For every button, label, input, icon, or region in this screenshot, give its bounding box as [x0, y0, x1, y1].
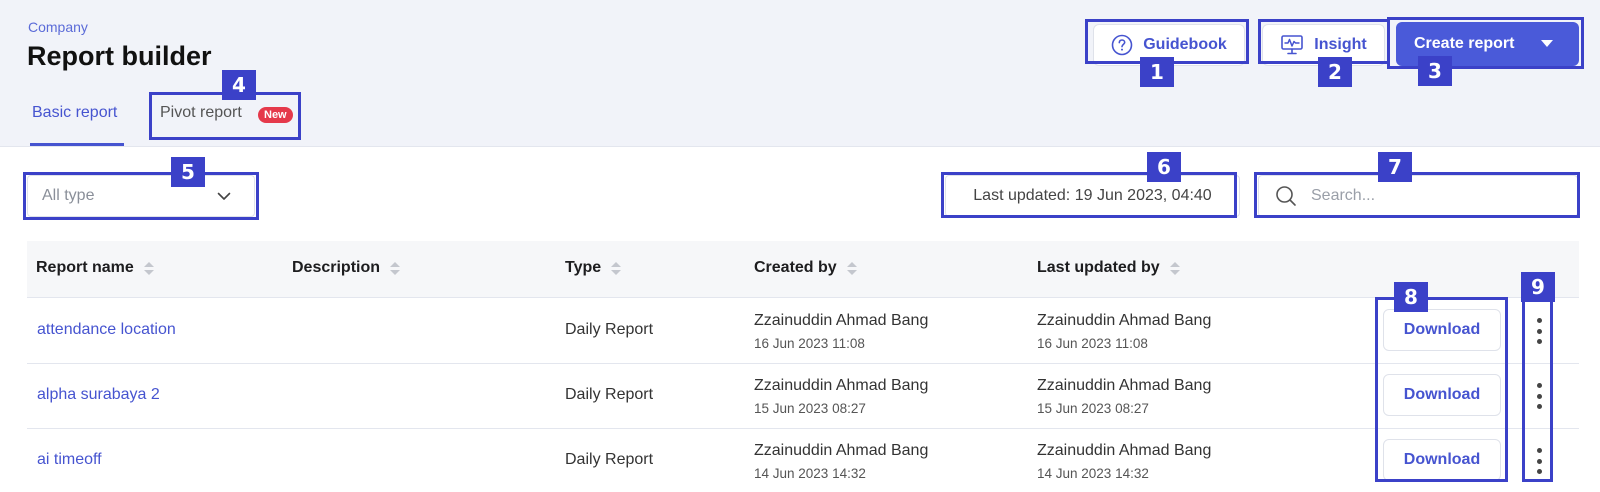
- last-updated-by: Zzainuddin Ahmad Bang 16 Jun 2023 11:08: [1037, 312, 1212, 351]
- table-row: ai timeoff Daily Report Zzainuddin Ahmad…: [27, 429, 1579, 492]
- created-by: Zzainuddin Ahmad Bang 16 Jun 2023 11:08: [754, 312, 929, 351]
- annotation-box-7: [1254, 172, 1580, 218]
- annotation-label-8: 8: [1394, 282, 1428, 312]
- updated-at: 16 Jun 2023 11:08: [1037, 336, 1148, 351]
- created-at: 15 Jun 2023 08:27: [754, 401, 866, 416]
- annotation-box-5: [23, 172, 259, 220]
- annotation-label-5: 5: [171, 157, 205, 187]
- sort-icon[interactable]: [846, 261, 857, 275]
- annotation-label-2: 2: [1318, 57, 1352, 87]
- annotation-box-6: [941, 172, 1237, 218]
- column-description[interactable]: Description: [292, 259, 401, 277]
- column-report-name[interactable]: Report name: [36, 259, 154, 277]
- created-at: 16 Jun 2023 11:08: [754, 336, 865, 351]
- annotation-label-4: 4: [222, 70, 256, 100]
- report-type: Daily Report: [565, 386, 654, 403]
- table-row: attendance location Daily Report Zzainud…: [27, 299, 1579, 364]
- sort-icon[interactable]: [1169, 261, 1180, 275]
- breadcrumb[interactable]: Company: [28, 19, 88, 35]
- column-created-by[interactable]: Created by: [754, 259, 857, 277]
- report-type: Daily Report: [565, 451, 654, 468]
- annotation-box-8: [1375, 297, 1508, 482]
- report-name-link[interactable]: attendance location: [37, 321, 176, 339]
- annotation-label-1: 1: [1140, 57, 1174, 87]
- last-updated-by: Zzainuddin Ahmad Bang 14 Jun 2023 14:32: [1037, 442, 1212, 481]
- created-by: Zzainuddin Ahmad Bang 15 Jun 2023 08:27: [754, 377, 929, 416]
- updated-at: 14 Jun 2023 14:32: [1037, 466, 1149, 481]
- sort-icon[interactable]: [611, 261, 622, 275]
- last-updated-by: Zzainuddin Ahmad Bang 15 Jun 2023 08:27: [1037, 377, 1212, 416]
- table-header: Report name Description Type Created by …: [27, 241, 1579, 298]
- tab-basic-report[interactable]: Basic report: [32, 104, 117, 122]
- created-by: Zzainuddin Ahmad Bang 14 Jun 2023 14:32: [754, 442, 929, 481]
- active-tab-indicator: [30, 143, 124, 146]
- report-type: Daily Report: [565, 321, 654, 338]
- page-title: Report builder: [27, 41, 212, 71]
- annotation-label-3: 3: [1418, 56, 1452, 86]
- report-name-link[interactable]: ai timeoff: [37, 451, 102, 469]
- updated-at: 15 Jun 2023 08:27: [1037, 401, 1149, 416]
- sort-icon[interactable]: [143, 261, 154, 275]
- annotation-label-7: 7: [1378, 152, 1412, 182]
- column-type[interactable]: Type: [565, 259, 622, 277]
- report-name-link[interactable]: alpha surabaya 2: [37, 386, 160, 404]
- annotation-label-6: 6: [1147, 152, 1181, 182]
- created-at: 14 Jun 2023 14:32: [754, 466, 866, 481]
- annotation-box-3: [1387, 17, 1584, 69]
- annotation-label-9: 9: [1521, 272, 1555, 302]
- table-row: alpha surabaya 2 Daily Report Zzainuddin…: [27, 364, 1579, 429]
- annotation-box-9: [1522, 293, 1553, 482]
- column-last-updated-by[interactable]: Last updated by: [1037, 259, 1180, 277]
- sort-icon[interactable]: [390, 261, 401, 275]
